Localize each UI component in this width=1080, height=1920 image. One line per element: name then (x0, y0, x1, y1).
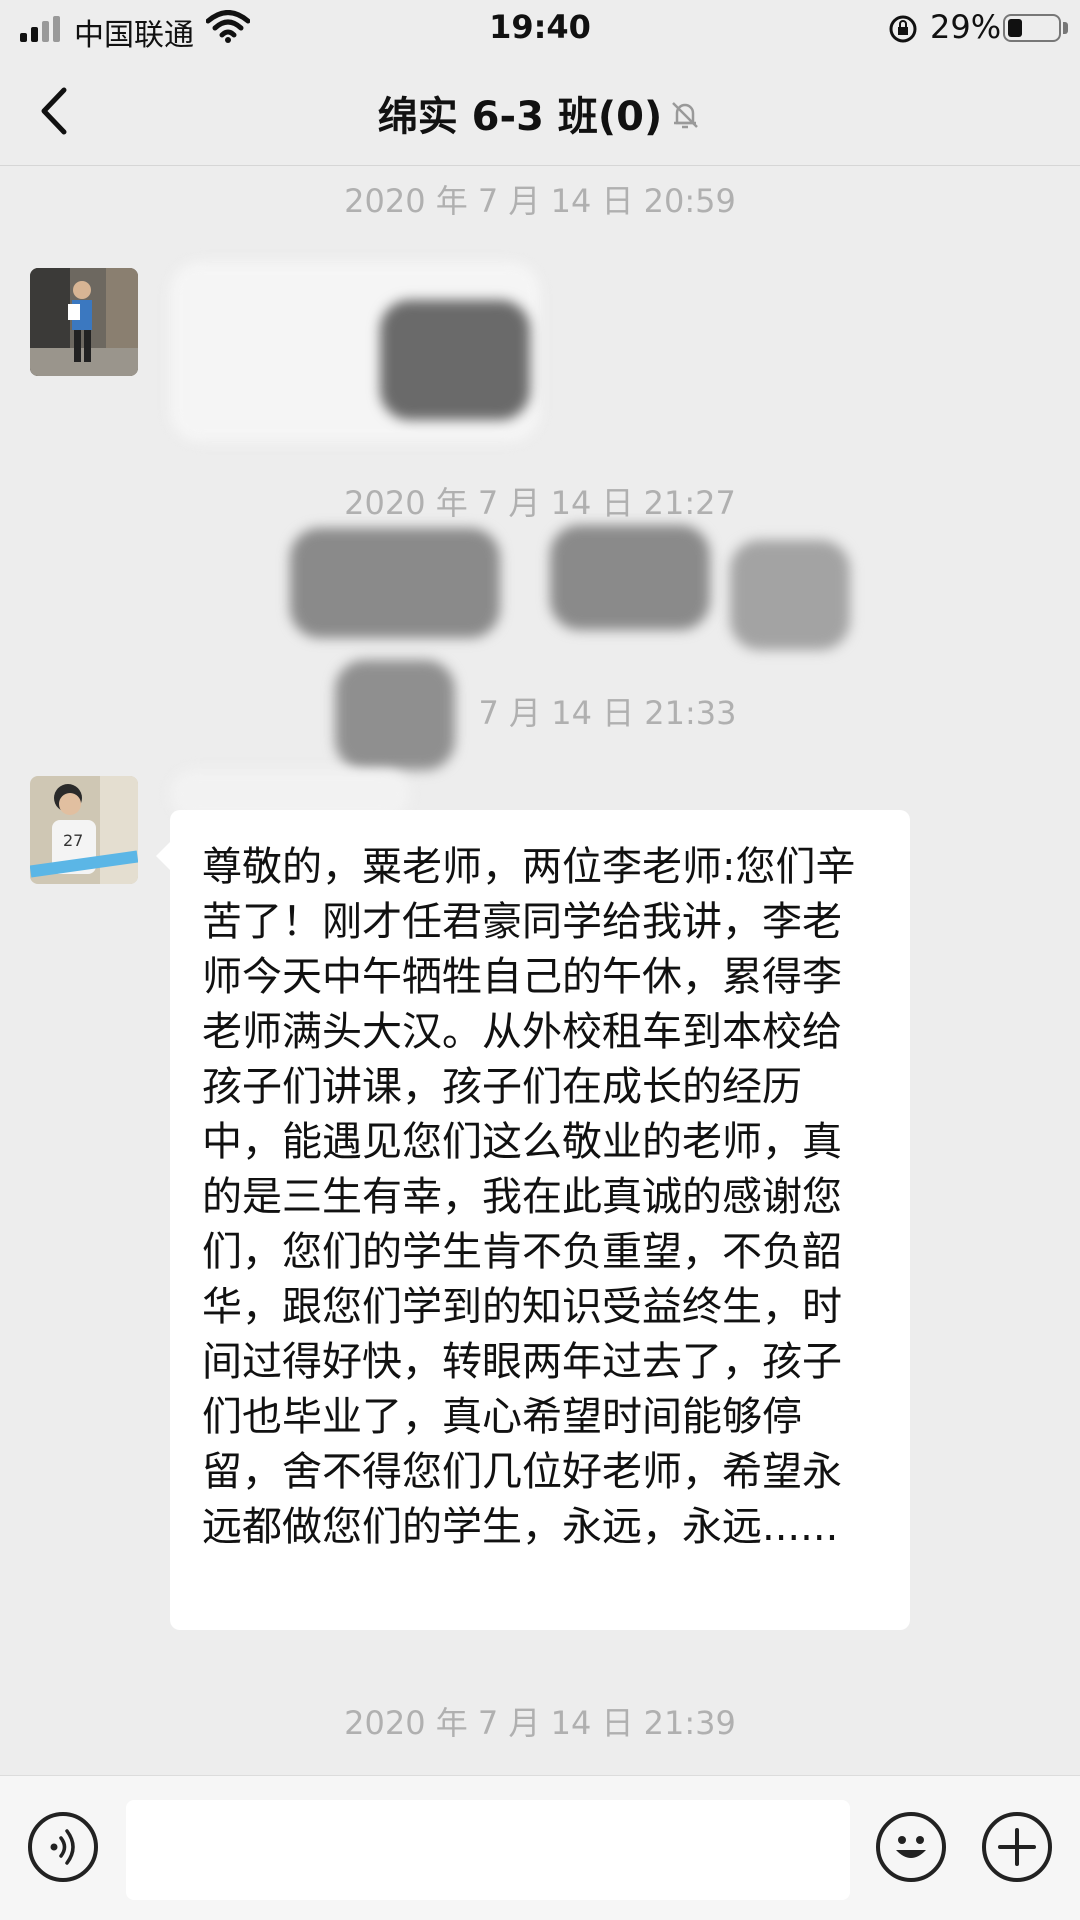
svg-text:27: 27 (63, 831, 83, 850)
rotation-lock-icon (889, 15, 917, 43)
redacted-scribble (335, 660, 455, 770)
voice-icon[interactable] (28, 1812, 98, 1882)
bell-slash-icon (672, 102, 699, 129)
input-bar (0, 1775, 1080, 1920)
chat-title-container[interactable]: 绵实 6-3 班(0) (0, 84, 1080, 142)
chat-title: 绵实 6-3 班(0) (377, 94, 663, 140)
battery-cap (1063, 22, 1068, 34)
redacted-scribble (730, 540, 850, 650)
status-bar: 中国联通 19:40 29% (0, 0, 1080, 56)
chat-screen: 中国联通 19:40 29% 绵实 6-3 班(0) 2020 年 7 月 14… (0, 0, 1080, 1920)
redacted-scribble (290, 528, 500, 638)
redacted-scribble (550, 525, 710, 630)
nav-bar: 绵实 6-3 班(0) (0, 56, 1080, 166)
message-bubble[interactable]: 尊敬的，粟老师，两位李老师:您们辛苦了！刚才任君豪同学给我讲，李老师今天中午牺牲… (156, 810, 910, 1630)
message-timestamp: 7 月 14 日 21:33 (478, 694, 737, 732)
battery-icon (1003, 14, 1061, 42)
battery-percent: 29% (930, 8, 1002, 46)
avatar[interactable]: 27 (30, 776, 138, 884)
clock: 19:40 (489, 8, 591, 46)
message-timestamp: 2020 年 7 月 14 日 21:27 (344, 484, 736, 522)
plus-icon[interactable] (982, 1812, 1052, 1882)
message-timestamp: 2020 年 7 月 14 日 21:39 (344, 1704, 736, 1742)
battery-level (1008, 19, 1022, 37)
message-text: 尊敬的，粟老师，两位李老师:您们辛苦了！刚才任君豪同学给我讲，李老师今天中午牺牲… (202, 844, 856, 1550)
message-input[interactable] (126, 1800, 850, 1900)
message-timestamp: 2020 年 7 月 14 日 20:59 (344, 182, 736, 220)
redacted-scribble (380, 300, 530, 420)
avatar[interactable] (30, 268, 138, 376)
emoji-icon[interactable] (876, 1812, 946, 1882)
